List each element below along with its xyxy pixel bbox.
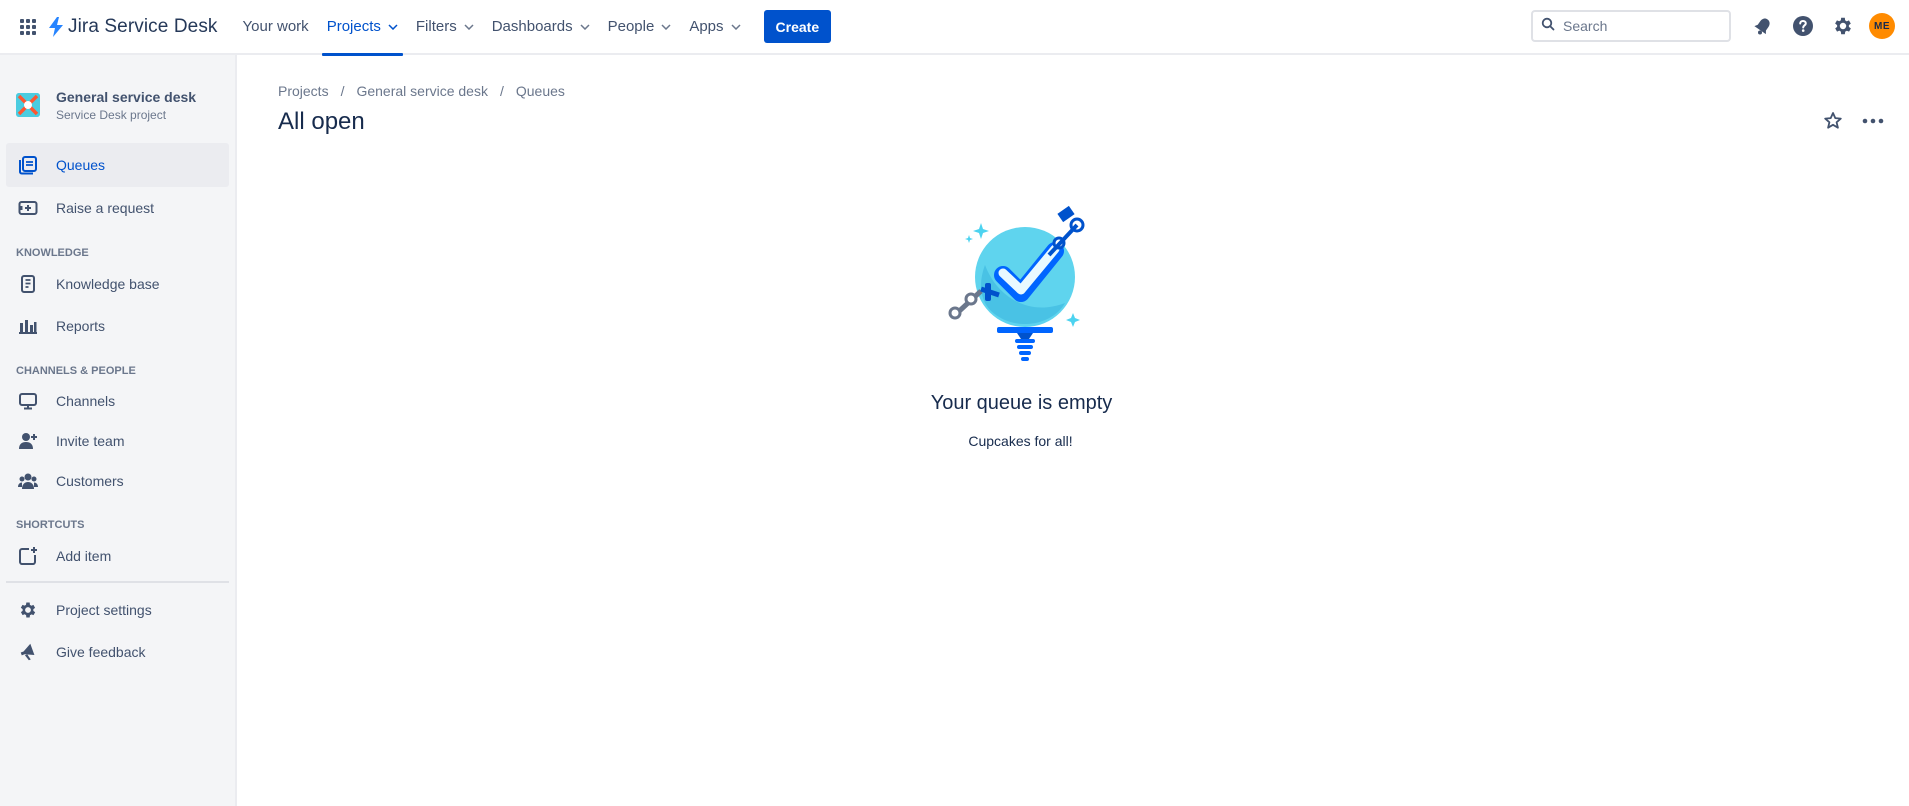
sidebar-item-project-settings[interactable]: Project settings <box>6 589 229 631</box>
project-name: General service desk <box>56 88 197 105</box>
breadcrumb: Projects / General service desk / Queues <box>278 82 1909 100</box>
queues-icon <box>16 153 40 177</box>
breadcrumb-separator: / <box>499 83 504 99</box>
notifications-icon[interactable] <box>1747 10 1779 42</box>
sidebar-item-label: Reports <box>56 318 106 334</box>
gear-icon <box>16 598 40 622</box>
chevron-down-icon <box>388 23 398 30</box>
people-icon <box>16 469 40 493</box>
logo-text: Jira Service Desk <box>68 15 218 37</box>
breadcrumb-projects[interactable]: Projects <box>278 83 329 99</box>
jira-service-desk-logo[interactable]: Jira Service Desk <box>48 16 218 38</box>
nav-dashboards[interactable]: Dashboards <box>487 0 595 54</box>
empty-subtitle: Cupcakes for all! <box>968 433 1073 449</box>
monitor-icon <box>16 389 40 413</box>
shortcuts-heading: SHORTCUTS <box>16 519 85 531</box>
breadcrumb-separator: / <box>340 83 345 99</box>
sidebar-item-label: Project settings <box>56 602 152 618</box>
project-avatar-icon <box>16 93 40 117</box>
sidebar-item-customers[interactable]: Customers <box>6 461 229 501</box>
chevron-down-icon <box>464 23 474 30</box>
breadcrumb-queues[interactable]: Queues <box>516 83 565 99</box>
nav-filters[interactable]: Filters <box>411 0 479 54</box>
more-options-icon[interactable] <box>1857 105 1889 137</box>
main-content: Projects / General service desk / Queues… <box>278 55 1909 449</box>
nav-label: People <box>607 18 655 35</box>
empty-title: Your queue is empty <box>930 392 1113 414</box>
nav-label: Apps <box>689 18 724 35</box>
user-avatar[interactable]: ME <box>1869 13 1895 39</box>
bar-chart-icon <box>16 314 40 338</box>
nav-your-work[interactable]: Your work <box>238 0 314 54</box>
sidebar-item-label: Queues <box>56 157 106 173</box>
chevron-down-icon <box>580 23 590 30</box>
chevron-down-icon <box>731 23 741 30</box>
nav-projects[interactable]: Projects <box>321 0 404 56</box>
invite-person-icon <box>16 429 40 453</box>
project-header[interactable]: General service desk Service Desk projec… <box>0 55 235 123</box>
nav-label: Projects <box>326 18 381 35</box>
search-icon <box>1541 17 1555 36</box>
project-type: Service Desk project <box>56 107 167 122</box>
sidebar-item-label: Invite team <box>56 433 125 449</box>
sidebar-item-queues[interactable]: Queues <box>6 143 229 187</box>
book-icon <box>16 272 40 296</box>
sidebar-item-label: Channels <box>56 393 116 409</box>
breadcrumb-general-service-desk[interactable]: General service desk <box>356 83 488 99</box>
help-icon[interactable] <box>1787 10 1819 42</box>
create-button[interactable]: Create <box>763 10 832 43</box>
sidebar-divider <box>6 581 229 583</box>
page-actions <box>1813 105 1893 137</box>
empty-state: Your queue is empty Cupcakes for all! <box>132 205 1909 449</box>
nav-apps[interactable]: Apps <box>684 0 745 54</box>
megaphone-icon <box>16 640 40 664</box>
app-switcher-icon[interactable] <box>14 13 42 41</box>
star-icon[interactable] <box>1817 105 1849 137</box>
settings-gear-icon[interactable] <box>1827 10 1859 42</box>
sidebar-item-give-feedback[interactable]: Give feedback <box>6 631 229 673</box>
nav-label: Dashboards <box>491 18 573 35</box>
search-input[interactable] <box>1563 18 1713 34</box>
page-title: All open <box>278 108 365 135</box>
sidebar-item-label: Customers <box>56 473 124 489</box>
search-box[interactable] <box>1531 10 1731 42</box>
chevron-down-icon <box>661 23 671 30</box>
raise-request-icon <box>16 196 40 220</box>
nav-people[interactable]: People <box>603 0 677 54</box>
add-item-icon <box>16 544 40 568</box>
top-navigation: Jira Service Desk Your work Projects Fil… <box>0 0 1909 56</box>
lightning-logo-icon <box>49 16 63 37</box>
sidebar-item-label: Add item <box>56 548 112 564</box>
nav-label: Your work <box>242 18 309 35</box>
empty-queue-illustration <box>941 205 1101 372</box>
nav-label: Filters <box>415 18 457 35</box>
sidebar-item-label: Give feedback <box>56 644 146 660</box>
top-right-actions: ME <box>1531 0 1895 52</box>
sidebar-item-add-item[interactable]: Add item <box>6 535 229 577</box>
